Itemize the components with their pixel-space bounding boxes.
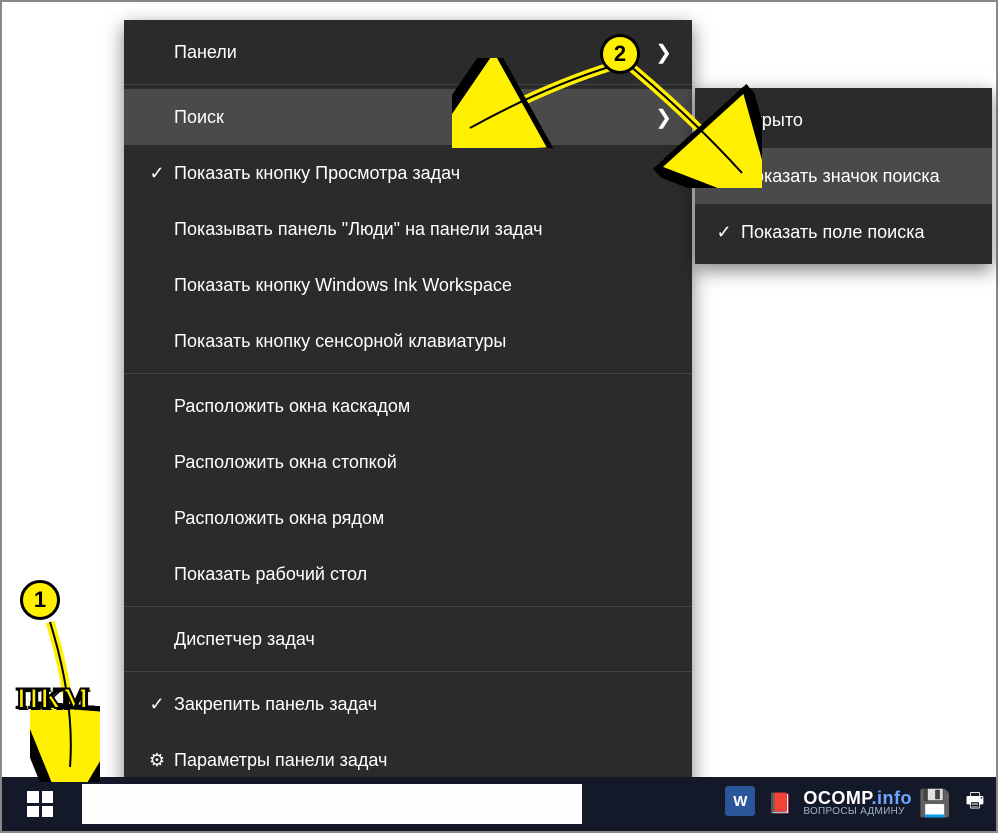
gear-icon: ⚙ bbox=[142, 750, 172, 771]
menu-item-label: Параметры панели задач bbox=[172, 750, 672, 771]
taskbar-search-box[interactable] bbox=[82, 784, 582, 824]
menu-item-label: Расположить окна рядом bbox=[172, 508, 672, 529]
tray-icons-right: 💾 🖶 bbox=[920, 786, 990, 820]
menu-item-cascade[interactable]: Расположить окна каскадом bbox=[124, 378, 692, 434]
menu-item-touch-keyboard[interactable]: Показать кнопку сенсорной клавиатуры bbox=[124, 313, 692, 369]
brand-main: OCOMP bbox=[803, 788, 871, 808]
search-submenu: Скрыто Показать значок поиска ✓ Показать… bbox=[695, 88, 992, 264]
menu-item-label: Поиск bbox=[172, 107, 655, 128]
chevron-right-icon: ❯ bbox=[655, 105, 672, 130]
separator bbox=[124, 606, 692, 607]
menu-item-task-view[interactable]: ✓ Показать кнопку Просмотра задач bbox=[124, 145, 692, 201]
menu-item-label: Показать кнопку Windows Ink Workspace bbox=[172, 275, 672, 296]
menu-item-label: Диспетчер задач bbox=[172, 629, 672, 650]
menu-item-stacked[interactable]: Расположить окна стопкой bbox=[124, 434, 692, 490]
menu-item-side-by-side[interactable]: Расположить окна рядом bbox=[124, 490, 692, 546]
menu-item-label: Панели bbox=[172, 42, 655, 63]
menu-item-label: Показать рабочий стол bbox=[172, 564, 672, 585]
menu-item-task-manager[interactable]: Диспетчер задач bbox=[124, 611, 692, 667]
save-icon[interactable]: 💾 bbox=[920, 786, 950, 820]
annotation-badge-2: 2 bbox=[600, 34, 640, 74]
menu-item-label: Закрепить панель задач bbox=[172, 694, 672, 715]
watermark-logo: OCOMP.info ВОПРОСЫ АДМИНУ bbox=[803, 789, 912, 817]
book-icon[interactable]: 📕 bbox=[765, 786, 795, 820]
chevron-right-icon: ❯ bbox=[655, 40, 672, 65]
word-app-icon[interactable]: W bbox=[725, 786, 755, 816]
windows-logo-icon bbox=[27, 791, 53, 817]
check-icon: ✓ bbox=[709, 222, 739, 243]
menu-item-people[interactable]: Показывать панель "Люди" на панели задач bbox=[124, 201, 692, 257]
annotation-right-click-label: ПКМ bbox=[16, 682, 89, 716]
taskbar: W 📕 OCOMP.info ВОПРОСЫ АДМИНУ 💾 🖶 bbox=[2, 777, 996, 831]
tray-icons: W 📕 bbox=[725, 786, 795, 820]
submenu-item-hidden[interactable]: Скрыто bbox=[695, 92, 992, 148]
badge-number: 1 bbox=[34, 587, 46, 613]
menu-item-label: Показать кнопку сенсорной клавиатуры bbox=[172, 331, 672, 352]
badge-number: 2 bbox=[614, 41, 626, 67]
menu-item-label: Расположить окна стопкой bbox=[172, 452, 672, 473]
screenshot-canvas: Панели ❯ Поиск ❯ ✓ Показать кнопку Просм… bbox=[0, 0, 998, 833]
brand-subtitle: ВОПРОСЫ АДМИНУ bbox=[803, 807, 912, 817]
menu-item-label: Скрыто bbox=[739, 110, 972, 131]
separator bbox=[124, 84, 692, 85]
menu-item-lock-taskbar[interactable]: ✓ Закрепить панель задач bbox=[124, 676, 692, 732]
system-tray: W 📕 OCOMP.info ВОПРОСЫ АДМИНУ 💾 🖶 bbox=[725, 783, 990, 823]
menu-item-label: Показать кнопку Просмотра задач bbox=[172, 163, 672, 184]
menu-item-label: Показать поле поиска bbox=[739, 222, 972, 243]
menu-item-label: Показывать панель "Люди" на панели задач bbox=[172, 219, 672, 240]
taskbar-context-menu: Панели ❯ Поиск ❯ ✓ Показать кнопку Просм… bbox=[124, 20, 692, 792]
start-button[interactable] bbox=[2, 777, 78, 831]
separator bbox=[124, 671, 692, 672]
menu-item-label: Расположить окна каскадом bbox=[172, 396, 672, 417]
check-icon: ✓ bbox=[142, 694, 172, 715]
print-icon[interactable]: 🖶 bbox=[960, 786, 990, 820]
submenu-item-show-icon[interactable]: Показать значок поиска bbox=[695, 148, 992, 204]
separator bbox=[124, 373, 692, 374]
submenu-item-show-box[interactable]: ✓ Показать поле поиска bbox=[695, 204, 992, 260]
menu-item-search[interactable]: Поиск ❯ bbox=[124, 89, 692, 145]
word-letter: W bbox=[733, 793, 747, 810]
menu-item-ink-workspace[interactable]: Показать кнопку Windows Ink Workspace bbox=[124, 257, 692, 313]
brand-suffix: .info bbox=[872, 788, 913, 808]
menu-item-show-desktop[interactable]: Показать рабочий стол bbox=[124, 546, 692, 602]
check-icon: ✓ bbox=[142, 163, 172, 184]
menu-item-label: Показать значок поиска bbox=[739, 166, 972, 187]
annotation-badge-1: 1 bbox=[20, 580, 60, 620]
